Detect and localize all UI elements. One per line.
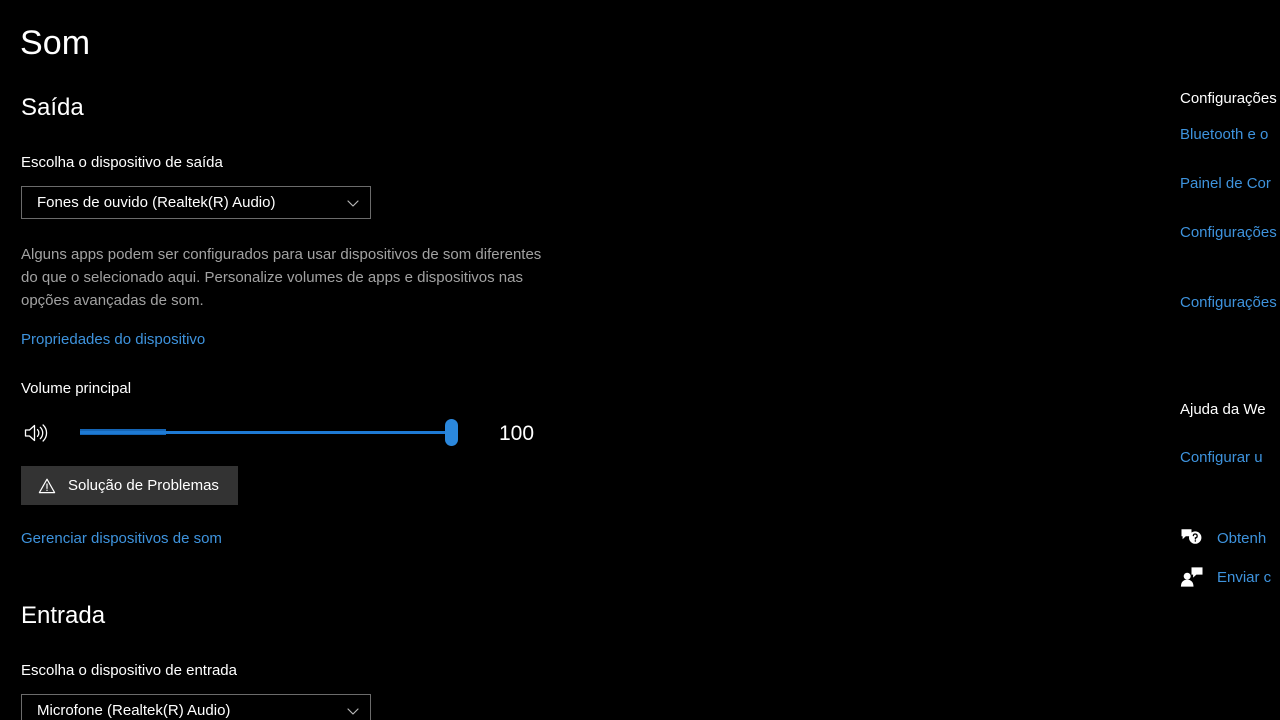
manage-sound-devices-link[interactable]: Gerenciar dispositivos de som bbox=[21, 531, 222, 546]
right-sidebar: Configurações Bluetooth e o Painel de Co… bbox=[1180, 0, 1280, 720]
output-description: Alguns apps podem ser configurados para … bbox=[21, 246, 542, 309]
web-help-heading: Ajuda da We bbox=[1180, 401, 1266, 418]
troubleshoot-button-label: Solução de Problemas bbox=[68, 477, 219, 494]
output-device-value: Fones de ouvido (Realtek(R) Audio) bbox=[37, 195, 276, 210]
volume-control-row: 100 bbox=[21, 412, 581, 452]
sidebar-link-control-panel[interactable]: Painel de Cor bbox=[1180, 172, 1280, 195]
sidebar-link-bluetooth[interactable]: Bluetooth e o bbox=[1180, 123, 1280, 146]
get-help-action[interactable]: Obtenh bbox=[1180, 527, 1266, 549]
feedback-person-icon bbox=[1180, 566, 1204, 588]
warning-triangle-icon bbox=[38, 477, 56, 495]
input-device-value: Microfone (Realtek(R) Audio) bbox=[37, 703, 231, 718]
chevron-down-icon bbox=[346, 196, 360, 210]
input-device-label: Escolha o dispositivo de entrada bbox=[21, 662, 237, 679]
help-bubble-icon bbox=[1180, 527, 1204, 549]
send-feedback-label: Enviar c bbox=[1217, 568, 1272, 586]
output-device-label: Escolha o dispositivo de saída bbox=[21, 154, 223, 171]
get-help-label: Obtenh bbox=[1217, 529, 1267, 547]
volume-slider-track bbox=[80, 431, 455, 434]
related-settings-heading: Configurações bbox=[1180, 90, 1277, 107]
sidebar-link-setup[interactable]: Configurar u bbox=[1180, 446, 1280, 469]
troubleshoot-button[interactable]: Solução de Problemas bbox=[21, 466, 238, 505]
chevron-down-icon bbox=[346, 704, 360, 718]
volume-slider-thumb[interactable] bbox=[445, 419, 458, 446]
volume-label: Volume principal bbox=[21, 380, 132, 397]
volume-slider[interactable] bbox=[60, 412, 464, 452]
speaker-volume-icon[interactable] bbox=[23, 422, 55, 444]
device-properties-link[interactable]: Propriedades do dispositivo bbox=[21, 332, 205, 347]
send-feedback-action[interactable]: Enviar c bbox=[1180, 566, 1271, 588]
sidebar-link-microphone-settings[interactable]: Configurações microfone bbox=[1180, 221, 1280, 244]
input-device-select[interactable]: Microfone (Realtek(R) Audio) bbox=[21, 694, 371, 720]
page-title: Som bbox=[20, 24, 91, 62]
sound-settings-main: Som Saída Escolha o dispositivo de saída… bbox=[0, 0, 760, 720]
input-section-heading: Entrada bbox=[21, 602, 106, 629]
volume-value: 100 bbox=[499, 422, 535, 445]
output-section-heading: Saída bbox=[21, 94, 84, 121]
output-device-select[interactable]: Fones de ouvido (Realtek(R) Audio) bbox=[21, 186, 371, 219]
sidebar-link-accessibility-settings[interactable]: Configurações de Acesso bbox=[1180, 291, 1280, 314]
